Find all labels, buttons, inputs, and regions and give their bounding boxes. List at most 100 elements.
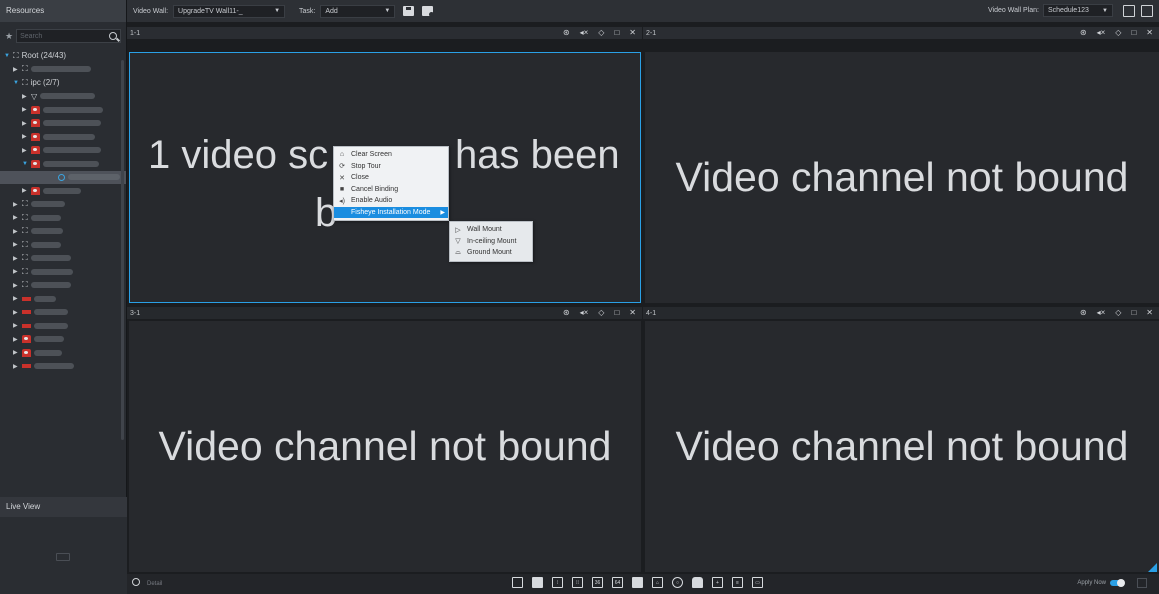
submenu-ground-mount[interactable]: ⌓ Ground Mount bbox=[450, 247, 532, 259]
tree-node[interactable]: ▶ bbox=[0, 360, 126, 374]
snapshot-icon[interactable]: ⊛ bbox=[1080, 28, 1087, 37]
mute-icon[interactable]: ◂× bbox=[580, 308, 589, 317]
expand-right-icon[interactable]: ▶ bbox=[22, 93, 28, 100]
maximize-icon[interactable]: □ bbox=[614, 28, 619, 37]
resource-search-input[interactable]: Search bbox=[16, 29, 121, 43]
tree-node[interactable]: ▶ ⛶ bbox=[0, 211, 126, 225]
maximize-icon[interactable]: □ bbox=[1131, 28, 1136, 37]
mute-icon[interactable]: ◂× bbox=[580, 28, 589, 37]
live-view-title[interactable]: Live View bbox=[0, 497, 127, 517]
search-icon[interactable] bbox=[109, 32, 117, 40]
tree-node[interactable]: ▼ bbox=[0, 157, 126, 171]
ptz-icon[interactable]: ◇ bbox=[1115, 28, 1121, 37]
resize-corner-icon[interactable] bbox=[1148, 563, 1157, 572]
menu-close[interactable]: ✕ Close bbox=[334, 172, 448, 184]
expand-down-icon[interactable]: ▼ bbox=[22, 161, 28, 167]
expand-down-icon[interactable]: ▼ bbox=[4, 53, 10, 59]
favorite-star-icon[interactable]: ★ bbox=[5, 31, 13, 42]
close-icon[interactable]: ✕ bbox=[1146, 28, 1153, 37]
maximize-icon[interactable]: □ bbox=[1131, 308, 1136, 317]
tree-node[interactable] bbox=[0, 170, 126, 184]
menu-stop-tour[interactable]: ⟳ Stop Tour bbox=[334, 161, 448, 173]
tree-node[interactable]: ▶ bbox=[0, 144, 126, 158]
fullscreen-icon[interactable]: + bbox=[712, 577, 723, 588]
ptz-icon[interactable]: ◇ bbox=[1115, 308, 1121, 317]
close-icon[interactable]: ✕ bbox=[629, 308, 636, 317]
expand-right-icon[interactable]: ▶ bbox=[13, 336, 19, 343]
snapshot-icon[interactable]: ⊛ bbox=[563, 308, 570, 317]
apply-now-toggle[interactable] bbox=[1110, 579, 1125, 587]
search-icon[interactable] bbox=[132, 578, 140, 586]
tree-node[interactable]: ▶ bbox=[0, 184, 126, 198]
tree-node[interactable]: ▶ bbox=[0, 346, 126, 360]
tree-node[interactable]: ▶ bbox=[0, 306, 126, 320]
plan-edit-icon[interactable] bbox=[1123, 4, 1135, 17]
expand-right-icon[interactable]: ▶ bbox=[13, 322, 19, 329]
tree-node[interactable]: ▼ ⛶ ipc (2/7) bbox=[0, 76, 126, 90]
save-as-icon[interactable] bbox=[422, 6, 435, 17]
tree-node[interactable]: ▶ ⛶ bbox=[0, 252, 126, 266]
plan-select[interactable]: Schedule123 ▼ bbox=[1043, 4, 1113, 17]
tree-node[interactable]: ▶ bbox=[0, 103, 126, 117]
tree-node[interactable]: ▶ ⛶ bbox=[0, 279, 126, 293]
tree-node[interactable]: ▶ ▽ bbox=[0, 90, 126, 104]
mute-icon[interactable]: ◂× bbox=[1097, 28, 1106, 37]
grid-icon[interactable] bbox=[1137, 578, 1147, 588]
menu-enable-audio[interactable]: ◂) Enable Audio bbox=[334, 195, 448, 207]
expand-right-icon[interactable]: ▶ bbox=[13, 363, 19, 370]
wall-icon[interactable]: ▭ bbox=[752, 577, 763, 588]
tree-node[interactable]: ▶ bbox=[0, 117, 126, 131]
tree-node[interactable]: ▶ ⛶ bbox=[0, 63, 126, 77]
detail-label[interactable]: Detail bbox=[147, 581, 162, 587]
layout-36-icon[interactable]: 36 bbox=[592, 577, 603, 588]
expand-right-icon[interactable]: ▶ bbox=[22, 120, 28, 127]
ptz-icon[interactable]: ◇ bbox=[598, 28, 604, 37]
expand-right-icon[interactable]: ▶ bbox=[13, 295, 19, 302]
mute-icon[interactable]: ◂× bbox=[1097, 308, 1106, 317]
tree-node[interactable]: ▶ bbox=[0, 292, 126, 306]
ptz-icon[interactable]: ◇ bbox=[598, 308, 604, 317]
expand-right-icon[interactable]: ▶ bbox=[13, 66, 19, 73]
tree-node[interactable]: ▶ ⛶ bbox=[0, 225, 126, 239]
menu-clear-screen[interactable]: ⌂ Clear Screen bbox=[334, 149, 448, 161]
custom-layout-icon[interactable] bbox=[632, 577, 643, 588]
video-cell-2-1[interactable]: Video channel not bound bbox=[645, 52, 1159, 303]
tree-node[interactable]: ▼ ⛶ Root (24/43) bbox=[0, 49, 126, 63]
submenu-wall-mount[interactable]: ▷ Wall Mount bbox=[450, 224, 532, 236]
menu-cancel-binding[interactable]: ■ Cancel Binding bbox=[334, 184, 448, 196]
menu-fisheye-installation-mode[interactable]: Fisheye Installation Mode ▶ bbox=[334, 206, 448, 218]
snapshot-icon[interactable]: ⊛ bbox=[1080, 308, 1087, 317]
layout-4-icon[interactable] bbox=[532, 577, 543, 588]
tree-node[interactable]: ▶ ⛶ bbox=[0, 238, 126, 252]
layout-9-icon[interactable]: ⁞ bbox=[552, 577, 563, 588]
rotate-icon[interactable]: ○ bbox=[672, 577, 683, 588]
lock-icon[interactable] bbox=[692, 577, 703, 588]
expand-right-icon[interactable]: ▶ bbox=[13, 214, 19, 221]
expand-right-icon[interactable]: ▶ bbox=[22, 133, 28, 140]
plan-list-icon[interactable] bbox=[1141, 4, 1153, 17]
expand-right-icon[interactable]: ▶ bbox=[13, 228, 19, 235]
save-icon[interactable] bbox=[403, 6, 415, 16]
tree-node[interactable]: ▶ ⛶ bbox=[0, 198, 126, 212]
expand-right-icon[interactable]: ▶ bbox=[13, 268, 19, 275]
close-icon[interactable]: ✕ bbox=[1146, 308, 1153, 317]
submenu-in-ceiling-mount[interactable]: ▽ In-ceiling Mount bbox=[450, 236, 532, 248]
expand-right-icon[interactable]: ▶ bbox=[22, 147, 28, 154]
expand-down-icon[interactable]: ▼ bbox=[13, 80, 19, 86]
layout-64-icon[interactable]: 64 bbox=[612, 577, 623, 588]
tour-icon[interactable]: ⌂ bbox=[652, 577, 663, 588]
layout-16-icon[interactable]: ⁞⁞ bbox=[572, 577, 583, 588]
video-cell-4-1[interactable]: Video channel not bound bbox=[645, 321, 1159, 572]
tree-node[interactable]: ▶ bbox=[0, 130, 126, 144]
close-icon[interactable]: ✕ bbox=[629, 28, 636, 37]
expand-right-icon[interactable]: ▶ bbox=[13, 349, 19, 356]
snapshot-icon[interactable]: ⊛ bbox=[563, 28, 570, 37]
task-select[interactable]: Add ▼ bbox=[320, 4, 396, 18]
expand-right-icon[interactable]: ▶ bbox=[13, 201, 19, 208]
expand-right-icon[interactable]: ▶ bbox=[22, 106, 28, 113]
expand-right-icon[interactable]: ▶ bbox=[13, 309, 19, 316]
list-icon[interactable]: ≡ bbox=[732, 577, 743, 588]
expand-right-icon[interactable]: ▶ bbox=[13, 282, 19, 289]
tree-node[interactable]: ▶ bbox=[0, 319, 126, 333]
expand-right-icon[interactable]: ▶ bbox=[22, 187, 28, 194]
